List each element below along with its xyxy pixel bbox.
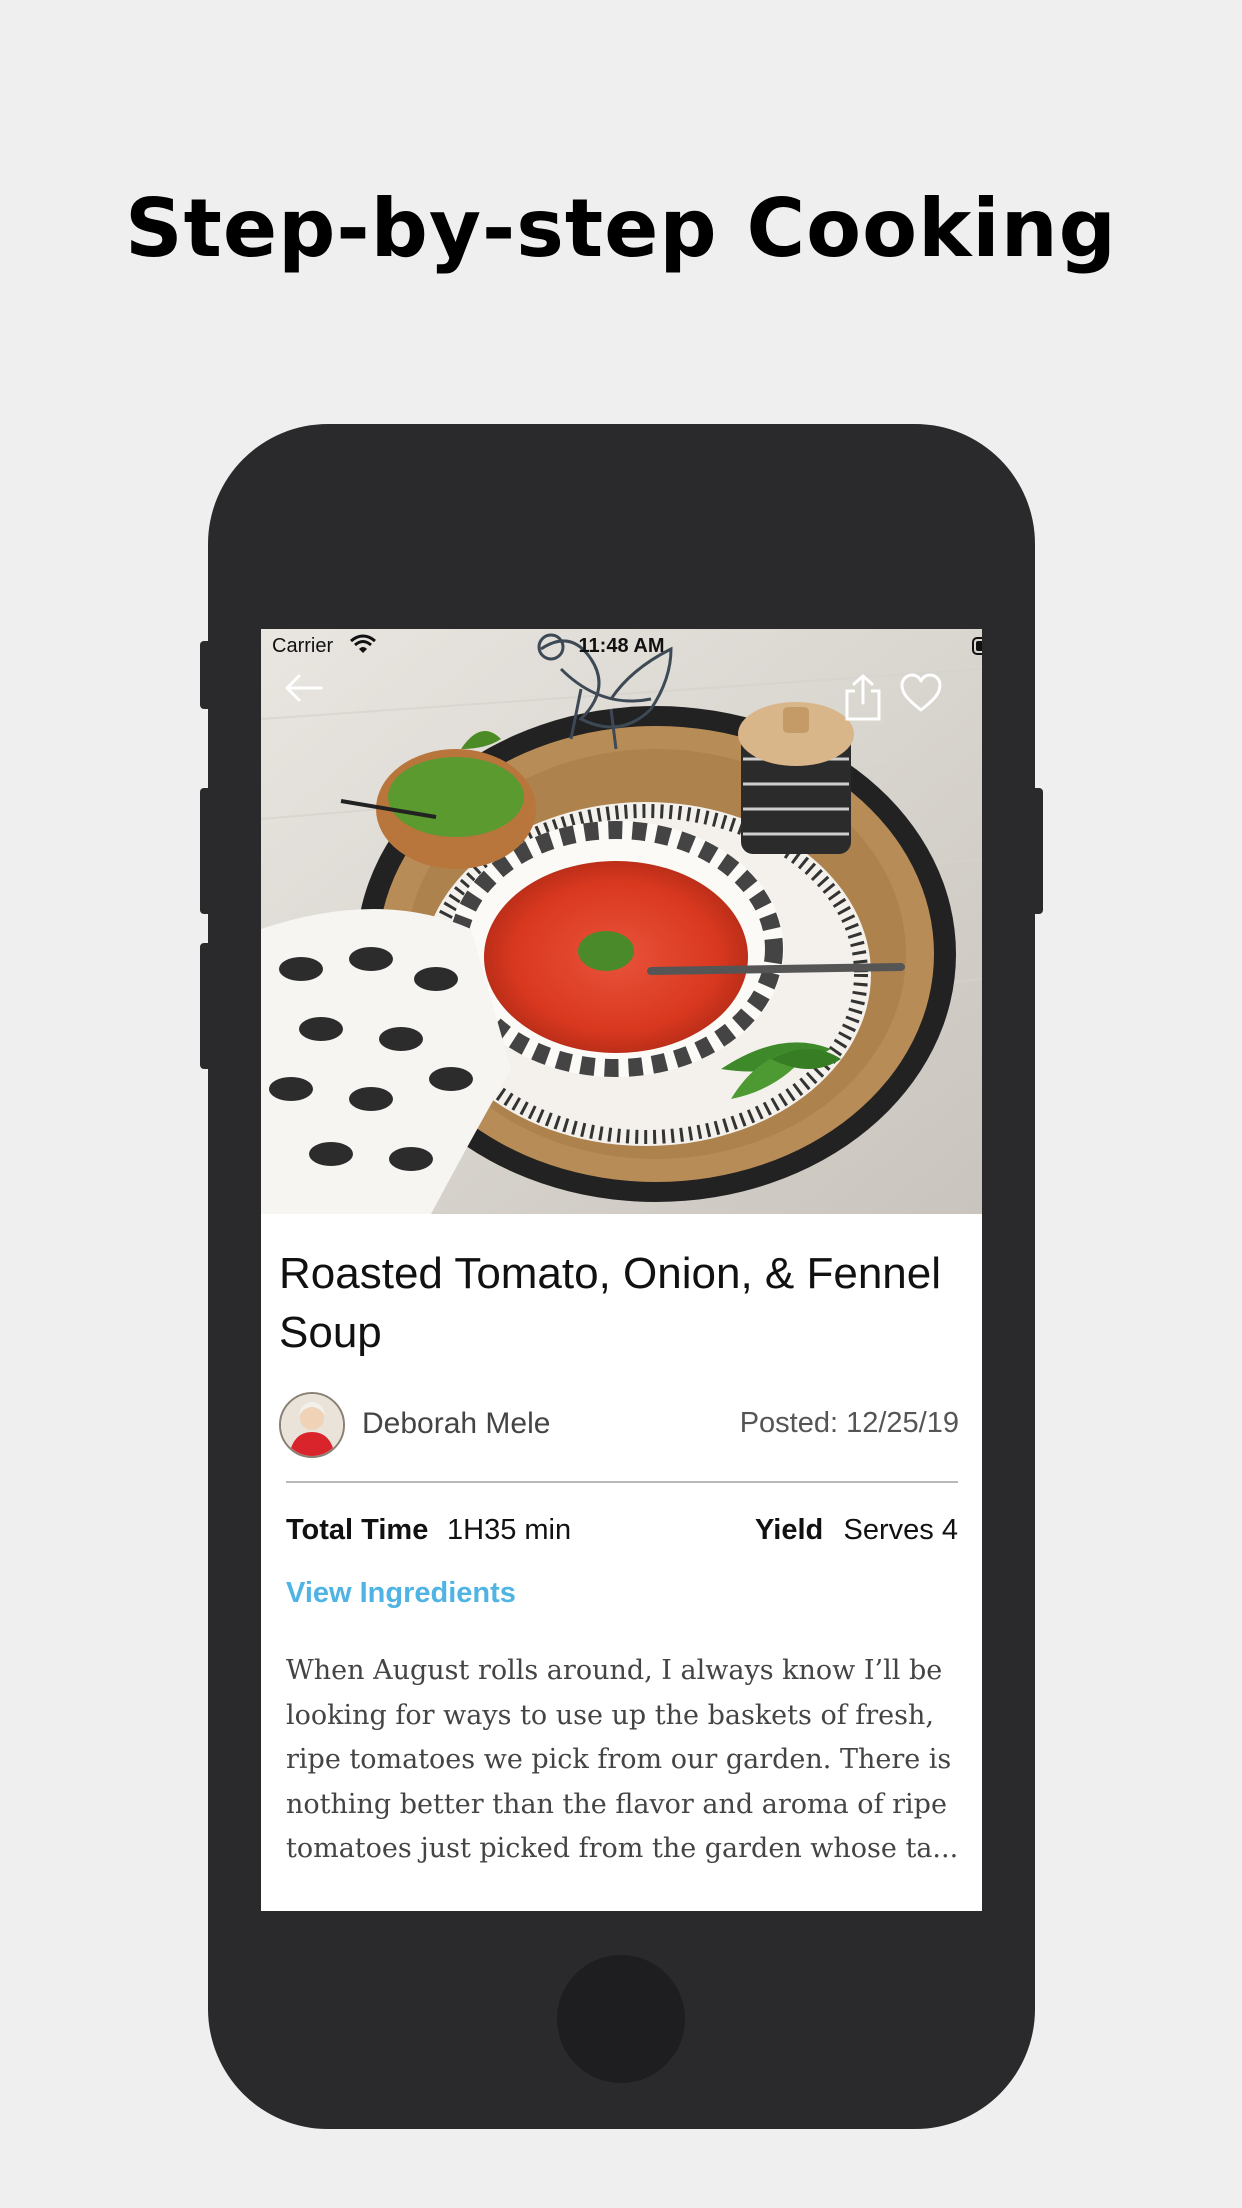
- divider: [286, 1481, 958, 1483]
- total-time-label: Total Time: [286, 1514, 429, 1546]
- yield-label: Yield: [755, 1514, 824, 1546]
- recipe-meta: Total Time 1H35 min Yield Serves 4: [286, 1514, 958, 1554]
- share-button[interactable]: [843, 673, 893, 723]
- author-avatar[interactable]: [279, 1392, 345, 1458]
- app-screen: Carrier 11:48 AM Roasted Tomato, Onion, …: [261, 629, 982, 1911]
- author-row: Deborah Mele Posted: 12/25/19: [279, 1392, 959, 1458]
- recipe-hero-image: Carrier 11:48 AM: [261, 629, 982, 1214]
- status-bar: Carrier 11:48 AM: [261, 629, 982, 663]
- recipe-details: Roasted Tomato, Onion, & Fennel Soup Deb…: [261, 1214, 982, 1911]
- recipe-description: When August rolls around, I always know …: [286, 1655, 959, 1864]
- status-time: 11:48 AM: [578, 635, 665, 657]
- heart-icon: [900, 673, 942, 712]
- posted-date: Posted: 12/25/19: [739, 1407, 959, 1439]
- back-button[interactable]: [283, 673, 333, 723]
- back-arrow-icon: [285, 674, 323, 702]
- total-time-value: 1H35 min: [447, 1514, 572, 1546]
- author-name[interactable]: Deborah Mele: [362, 1407, 550, 1441]
- view-ingredients-link[interactable]: View Ingredients: [286, 1577, 516, 1610]
- favorite-button[interactable]: [899, 673, 949, 723]
- recipe-title: Roasted Tomato, Onion, & Fennel Soup: [279, 1249, 942, 1357]
- share-icon: [845, 674, 881, 721]
- promo-headline: Step-by-step Cooking: [125, 182, 1117, 275]
- home-button: [557, 1955, 685, 2083]
- yield-value: Serves 4: [843, 1514, 958, 1546]
